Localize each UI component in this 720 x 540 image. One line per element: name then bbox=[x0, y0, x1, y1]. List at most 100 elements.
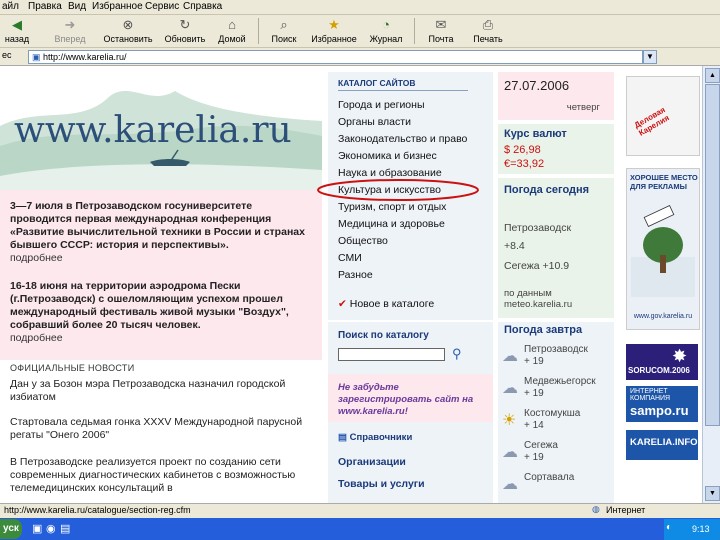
status-bar: http://www.karelia.ru/catalogue/section-… bbox=[0, 503, 720, 518]
sun-cloud-icon: ☀ bbox=[502, 412, 517, 429]
new-in-catalog-link[interactable]: ✔ Новое в каталоге bbox=[338, 298, 434, 310]
catalog-item[interactable]: Медицина и здоровье bbox=[338, 218, 445, 230]
address-bar: ес ▣ http://www.karelia.ru/ ▼ bbox=[0, 48, 720, 66]
home-button[interactable]: ⌂ Домой bbox=[214, 16, 250, 46]
official-item[interactable]: В Петрозаводске реализуется проект по со… bbox=[10, 456, 310, 495]
forecast-temp: + 14 bbox=[524, 420, 544, 431]
menu-favorites[interactable]: Избранное bbox=[92, 0, 143, 13]
news-block: 3—7 июля в Петрозаводском госуниверситет… bbox=[0, 190, 322, 360]
catalog-item[interactable]: Разное bbox=[338, 269, 373, 281]
menu-file[interactable]: айл bbox=[2, 0, 19, 13]
toolbar: ◀ назад ➜ Вперед ⊗ Остановить ↻ Обновить… bbox=[0, 15, 720, 48]
forecast-city: Сегежа bbox=[524, 440, 558, 451]
ad-text: sampo.ru bbox=[630, 403, 689, 418]
catalog-search-input[interactable] bbox=[338, 348, 445, 361]
menu-view[interactable]: Вид bbox=[68, 0, 86, 13]
ad-banner-sampo[interactable]: интернет компания sampo.ru bbox=[626, 386, 698, 422]
address-dropdown-button[interactable]: ▼ bbox=[643, 50, 657, 64]
ad-banner-gov[interactable]: ХОРОШЕЕ МЕСТО ДЛЯ РЕКЛАМЫ www.gov.kareli… bbox=[626, 168, 700, 330]
scroll-down-arrow-icon[interactable]: ▼ bbox=[705, 486, 720, 501]
weather-today-box: Погода сегодня Петрозаводск +8.4 Сегежа … bbox=[498, 178, 614, 318]
status-url: http://www.karelia.ru/catalogue/section-… bbox=[4, 505, 191, 515]
address-input[interactable]: ▣ http://www.karelia.ru/ bbox=[28, 50, 643, 64]
ad-banner-delovaya[interactable]: Деловая Карелия bbox=[626, 76, 700, 156]
news-item: 3—7 июля в Петрозаводском госуниверситет… bbox=[10, 200, 310, 265]
refresh-button[interactable]: ↻ Обновить bbox=[158, 16, 212, 46]
more-link[interactable]: подробнее bbox=[10, 252, 310, 265]
print-button[interactable]: ⎙ Печать bbox=[470, 16, 506, 46]
catalog-item[interactable]: Города и регионы bbox=[338, 99, 425, 111]
tray-icon[interactable]: ◐ bbox=[666, 522, 672, 533]
goods-services-link[interactable]: Товары и услуги bbox=[338, 478, 425, 490]
quicklaunch-icon[interactable]: ▤ bbox=[60, 522, 70, 535]
scroll-up-arrow-icon[interactable]: ▲ bbox=[705, 68, 720, 83]
cloud-icon: ☁ bbox=[502, 348, 518, 365]
weather-temp: +8.4 bbox=[504, 240, 525, 252]
catalog-item[interactable]: Органы власти bbox=[338, 116, 411, 128]
forecast-row: ☁ Сортавала bbox=[502, 472, 612, 500]
ad-text: Деловая Карелия bbox=[632, 105, 671, 138]
status-zone: Интернет bbox=[606, 505, 646, 515]
cloud-icon: ☁ bbox=[502, 476, 518, 493]
catalog-item[interactable]: Законодательство и право bbox=[338, 133, 467, 145]
scroll-thumb[interactable] bbox=[705, 84, 720, 426]
weather-source[interactable]: по данным meteo.karelia.ru bbox=[504, 288, 604, 310]
back-arrow-icon: ◀ bbox=[12, 17, 22, 32]
search-icon[interactable]: ⚲ bbox=[452, 346, 462, 362]
refresh-icon: ↻ bbox=[179, 17, 191, 32]
catalog-item[interactable]: Общество bbox=[338, 235, 388, 247]
catalog-item[interactable]: Экономика и бизнес bbox=[338, 150, 437, 162]
quicklaunch-icon[interactable]: ◉ bbox=[46, 522, 56, 535]
forward-arrow-icon: ➜ bbox=[64, 17, 76, 32]
date-box: 27.07.2006 четверг bbox=[498, 72, 614, 120]
menu-bar: айл Правка Вид Избранное Сервис Справка bbox=[0, 0, 720, 15]
quicklaunch-icon[interactable]: ▣ bbox=[32, 522, 42, 535]
ad-text: www.gov.karelia.ru bbox=[633, 313, 693, 320]
site-logo[interactable]: www.karelia.ru bbox=[0, 66, 322, 190]
register-banner[interactable]: Не забудьте зарегистрировать сайт на www… bbox=[328, 374, 493, 422]
mail-button[interactable]: ✉ Почта bbox=[424, 16, 458, 46]
catalog-item[interactable]: Туризм, спорт и отдых bbox=[338, 201, 446, 213]
web-page: www.karelia.ru 3—7 июля в Петрозаводском… bbox=[0, 66, 702, 503]
star-icon: ✸ bbox=[672, 346, 688, 366]
weather-city: Петрозаводск bbox=[504, 222, 572, 234]
tomorrow-heading: Погода завтра bbox=[504, 324, 583, 336]
taskbar: уск ▣ ◉ ▤ ◐ 9:13 bbox=[0, 518, 720, 540]
favorites-button[interactable]: ★ Избранное bbox=[306, 16, 362, 46]
page-icon: ▣ bbox=[32, 52, 41, 62]
menu-help[interactable]: Справка bbox=[183, 0, 222, 13]
toolbar-divider bbox=[258, 18, 259, 44]
forecast-row: ☁ Петрозаводск + 19 bbox=[502, 344, 612, 372]
official-item[interactable]: Стартовала седьмая гонка XXXV Международ… bbox=[10, 416, 310, 442]
catalog-item[interactable]: СМИ bbox=[338, 252, 362, 264]
ad-text: ХОРОШЕЕ МЕСТО ДЛЯ РЕКЛАМЫ bbox=[630, 173, 698, 191]
menu-edit[interactable]: Правка bbox=[28, 0, 62, 13]
ad-banner-sorucom[interactable]: ✸ SORUCOM.2006 bbox=[626, 344, 698, 380]
directories-heading: ▤ Справочники bbox=[338, 432, 413, 443]
usd-rate: $ 26,98 bbox=[504, 144, 541, 156]
forward-button[interactable]: ➜ Вперед bbox=[52, 16, 88, 46]
history-button[interactable]: ◔ Журнал bbox=[366, 16, 406, 46]
official-news: ОФИЦИАЛЬНЫЕ НОВОСТИ Дан у за Бозон мэра … bbox=[0, 360, 322, 503]
clock: 9:13 bbox=[692, 524, 710, 534]
section-divider bbox=[328, 320, 493, 322]
address-value: http://www.karelia.ru/ bbox=[43, 52, 127, 62]
back-button[interactable]: ◀ назад bbox=[0, 16, 34, 46]
print-icon: ⎙ bbox=[482, 17, 494, 32]
stop-button[interactable]: ⊗ Остановить bbox=[100, 16, 156, 46]
ad-text: интернет компания bbox=[630, 388, 671, 402]
checkmark-icon: ✔ bbox=[338, 298, 347, 310]
register-text: Не забудьте зарегистрировать сайт на www… bbox=[338, 382, 474, 417]
official-item[interactable]: Дан у за Бозон мэра Петрозаводска назнач… bbox=[10, 378, 310, 404]
vertical-scrollbar[interactable]: ▲ ▼ bbox=[702, 66, 720, 503]
menu-tools[interactable]: Сервис bbox=[145, 0, 179, 13]
ad-banner-karelia-info[interactable]: KARELIA.INFO bbox=[626, 430, 698, 460]
search-button[interactable]: ⌕ Поиск bbox=[266, 16, 302, 46]
catalog-search-heading: Поиск по каталогу bbox=[338, 330, 429, 341]
book-icon: ▤ bbox=[338, 432, 347, 443]
more-link[interactable]: подробнее bbox=[10, 332, 310, 345]
forecast-city: Костомукша bbox=[524, 408, 581, 419]
heading-divider bbox=[338, 90, 468, 91]
organizations-link[interactable]: Организации bbox=[338, 456, 406, 468]
start-button[interactable]: уск bbox=[0, 519, 22, 539]
